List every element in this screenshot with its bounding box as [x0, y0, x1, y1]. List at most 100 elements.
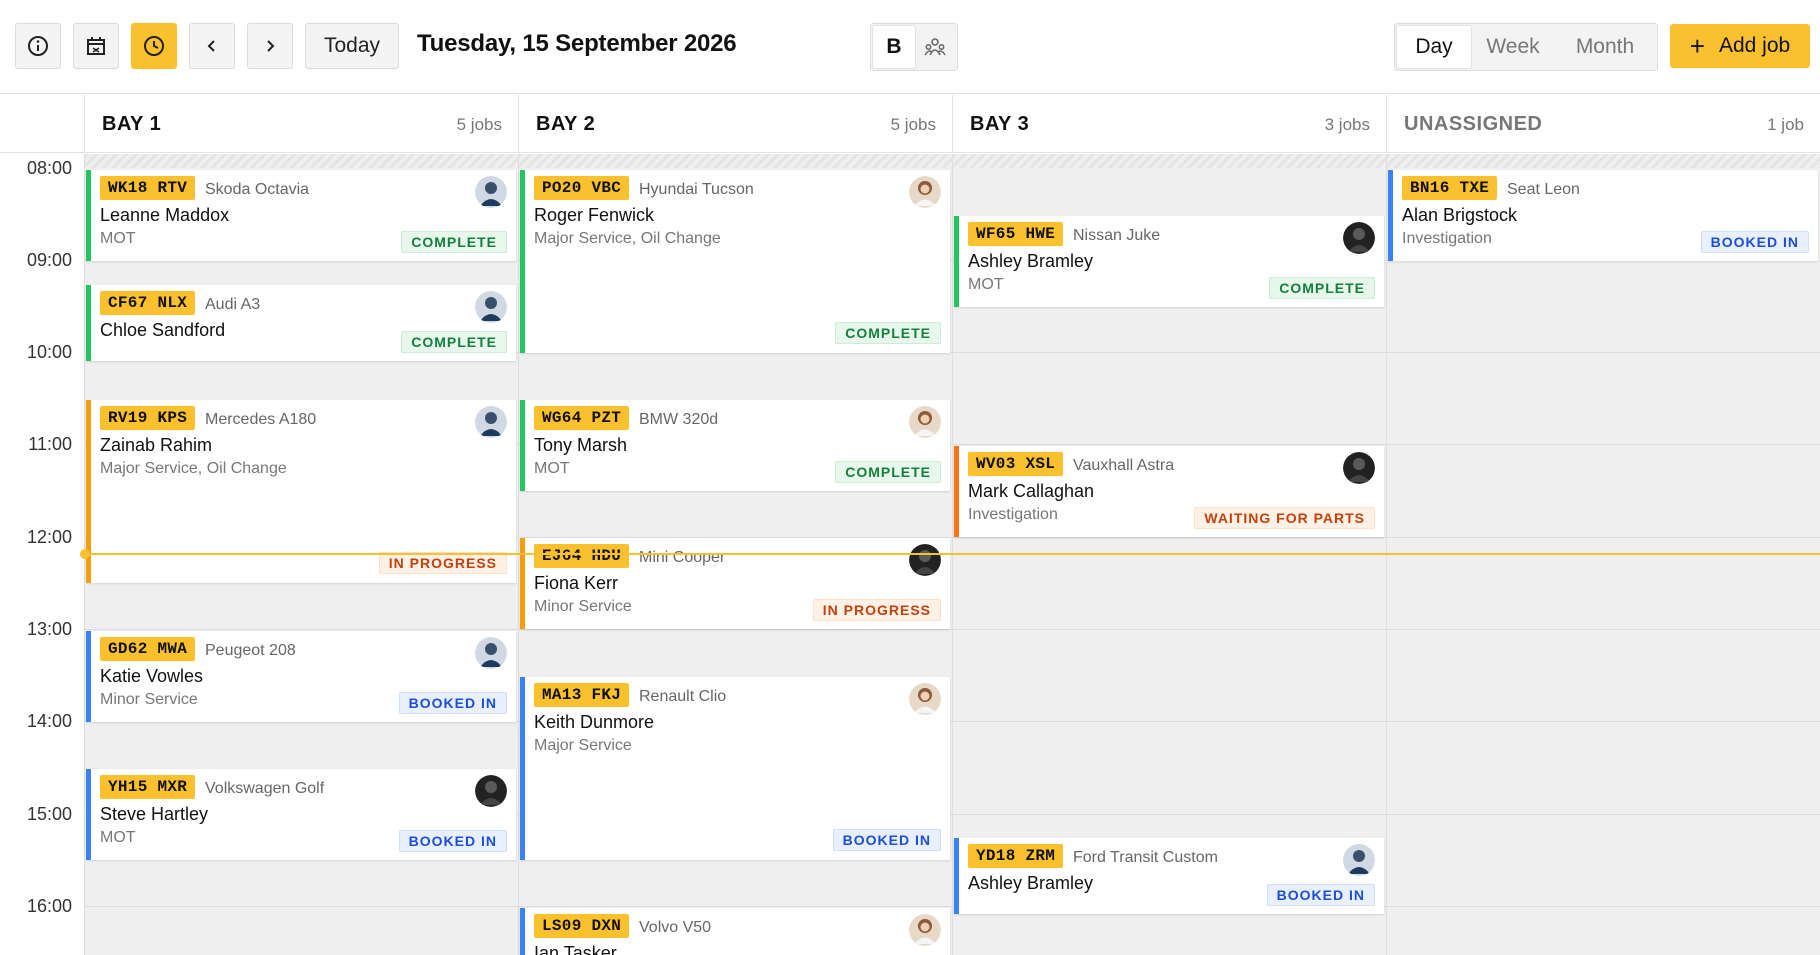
- hour-line: [1387, 537, 1820, 538]
- vehicle-model: Skoda Octavia: [205, 181, 310, 198]
- service-type: MOT: [534, 460, 570, 477]
- status-badge: BOOKED IN: [1266, 884, 1375, 906]
- service-type: Minor Service: [100, 691, 198, 708]
- status-badge: COMPLETE: [1269, 277, 1375, 299]
- time-label: 09:00: [26, 250, 72, 270]
- vehicle-model: Volvo V50: [639, 919, 712, 936]
- technicians-view-toggle[interactable]: [915, 26, 955, 68]
- column-header-bay-2: BAY 2 5 jobs: [518, 95, 952, 153]
- job-card[interactable]: EJ64 HDU Mini Cooper Fiona Kerr Minor Se…: [520, 538, 950, 629]
- status-badge: BOOKED IN: [1700, 231, 1809, 253]
- registration-plate: YD18 ZRM: [968, 844, 1064, 868]
- vehicle-model: BMW 320d: [639, 411, 719, 428]
- technician-avatar: [909, 176, 941, 208]
- status-badge: BOOKED IN: [398, 830, 507, 852]
- next-day-button[interactable]: [247, 23, 293, 69]
- technician-avatar: [1343, 222, 1375, 254]
- hour-line: [519, 629, 952, 630]
- customer-name: Leanne Maddox: [100, 205, 230, 225]
- job-card[interactable]: RV19 KPS Mercedes A180 Zainab Rahim Majo…: [86, 400, 516, 583]
- column-name: BAY 1: [102, 113, 162, 135]
- status-badge: IN PROGRESS: [378, 552, 507, 574]
- closed-hours-stripe: [519, 154, 952, 168]
- people-icon: [924, 38, 946, 56]
- job-card[interactable]: WK18 RTV Skoda Octavia Leanne Maddox MOT…: [86, 170, 516, 261]
- hour-line: [1387, 444, 1820, 445]
- hour-line: [85, 906, 518, 907]
- job-card[interactable]: PO20 VBC Hyundai Tucson Roger Fenwick Ma…: [520, 170, 950, 353]
- today-button[interactable]: Today: [305, 23, 399, 69]
- customer-name: Alan Brigstock: [1402, 205, 1518, 225]
- view-week[interactable]: Week: [1471, 26, 1555, 68]
- hour-line: [953, 352, 1386, 353]
- vehicle-model: Vauxhall Astra: [1073, 457, 1175, 474]
- service-type: Minor Service: [534, 598, 632, 615]
- technician-avatar: [909, 683, 941, 715]
- status-badge: WAITING FOR PARTS: [1194, 507, 1375, 529]
- job-card[interactable]: GD62 MWA Peugeot 208 Katie Vowles Minor …: [86, 631, 516, 722]
- chevron-right-icon: [267, 40, 275, 52]
- prev-day-button[interactable]: [189, 23, 235, 69]
- customer-name: Roger Fenwick: [534, 205, 655, 225]
- column-name: UNASSIGNED: [1404, 113, 1543, 135]
- now-button[interactable]: [131, 23, 177, 69]
- vehicle-model: Renault Clio: [639, 688, 727, 705]
- job-card[interactable]: CF67 NLX Audi A3 Chloe Sandford COMPLETE: [86, 285, 516, 361]
- customer-name: Mark Callaghan: [968, 481, 1095, 501]
- add-job-button[interactable]: + Add job: [1670, 24, 1810, 68]
- hour-line: [1387, 352, 1820, 353]
- hour-line: [519, 906, 952, 907]
- calendar-button[interactable]: [73, 23, 119, 69]
- calendar-icon: [87, 37, 105, 55]
- info-button[interactable]: [15, 23, 61, 69]
- job-card[interactable]: WG64 PZT BMW 320d Tony Marsh MOT COMPLET…: [520, 400, 950, 491]
- hour-line: [1387, 629, 1820, 630]
- column-job-count: 1 job: [1767, 115, 1804, 134]
- service-type: Major Service, Oil Change: [534, 230, 721, 247]
- registration-plate: CF67 NLX: [100, 291, 196, 315]
- job-card[interactable]: LS09 DXN Volvo V50 Ian Tasker: [520, 908, 950, 955]
- time-label: 14:00: [26, 711, 72, 731]
- customer-name: Katie Vowles: [100, 666, 204, 686]
- job-card[interactable]: BN16 TXE Seat Leon Alan Brigstock Invest…: [1388, 170, 1818, 261]
- column-job-count: 3 jobs: [1324, 115, 1370, 134]
- job-card[interactable]: YD18 ZRM Ford Transit Custom Ashley Bram…: [954, 838, 1384, 914]
- registration-plate: YH15 MXR: [100, 775, 196, 799]
- service-type: Investigation: [968, 506, 1058, 523]
- technician-avatar: [909, 406, 941, 438]
- view-switcher: Day Week Month: [1394, 23, 1658, 71]
- column-header-bay-3: BAY 3 3 jobs: [952, 95, 1386, 153]
- registration-plate: BN16 TXE: [1402, 176, 1498, 200]
- registration-plate: LS09 DXN: [534, 914, 630, 938]
- info-icon: [28, 36, 48, 56]
- bays-view-toggle[interactable]: B: [873, 26, 915, 68]
- job-card[interactable]: YH15 MXR Volkswagen Golf Steve Hartley M…: [86, 769, 516, 860]
- service-type: Major Service, Oil Change: [100, 460, 287, 477]
- technician-avatar: [1343, 844, 1375, 876]
- layout-toggle: B: [870, 23, 958, 71]
- job-card[interactable]: WF65 HWE Nissan Juke Ashley Bramley MOT …: [954, 216, 1384, 307]
- service-type: Investigation: [1402, 230, 1492, 247]
- registration-plate: RV19 KPS: [100, 406, 196, 430]
- registration-plate: WG64 PZT: [534, 406, 630, 430]
- closed-hours-stripe: [85, 154, 518, 168]
- time-header-corner: [0, 95, 84, 153]
- status-badge: BOOKED IN: [398, 692, 507, 714]
- job-card[interactable]: MA13 FKJ Renault Clio Keith Dunmore Majo…: [520, 677, 950, 860]
- vehicle-model: Seat Leon: [1507, 181, 1580, 198]
- column-job-count: 5 jobs: [890, 115, 936, 134]
- technician-avatar: [475, 637, 507, 669]
- time-gutter: 08:00 09:00 10:00 11:00 12:00 13:00 14:0…: [0, 154, 84, 955]
- view-month[interactable]: Month: [1555, 26, 1655, 68]
- job-card[interactable]: WV03 XSL Vauxhall Astra Mark Callaghan I…: [954, 446, 1384, 537]
- view-day[interactable]: Day: [1397, 26, 1471, 68]
- registration-plate: PO20 VBC: [534, 176, 630, 200]
- customer-name: Fiona Kerr: [534, 573, 619, 593]
- vehicle-model: Mini Cooper: [639, 549, 726, 566]
- time-label: 08:00: [26, 158, 72, 178]
- hour-line: [1387, 906, 1820, 907]
- hour-line: [953, 537, 1386, 538]
- hour-line: [953, 721, 1386, 722]
- time-label: 15:00: [26, 804, 72, 824]
- hour-line: [1387, 721, 1820, 722]
